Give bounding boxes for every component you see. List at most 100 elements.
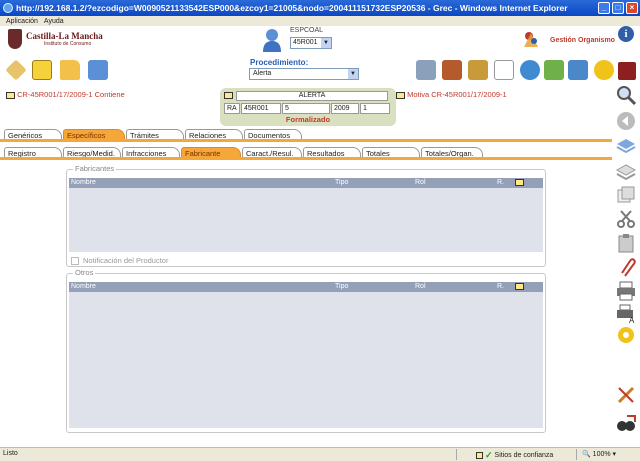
organism-select-value: 45R001 xyxy=(293,39,318,46)
paperclip-icon[interactable] xyxy=(615,256,637,278)
tools-icon[interactable] xyxy=(568,60,588,80)
notificacion-productor-row[interactable]: Notificación del Productor xyxy=(71,256,168,265)
otros-grid-body xyxy=(69,292,543,428)
window-titlebar: http://192.168.1.2/?ezcodigo=W0090521133… xyxy=(0,0,640,16)
fabricante-panel: Fabricantes Nombre Tipo Rol R. Notificac… xyxy=(66,163,546,433)
add-otro-icon[interactable] xyxy=(515,283,524,290)
document-icon xyxy=(6,91,15,99)
col-rol[interactable]: Rol xyxy=(415,283,426,290)
secondary-tabs: Registro Riesgo/Medid. Infracciones Fabr… xyxy=(0,146,612,160)
otros-fieldset: Otros Nombre Tipo Rol R. xyxy=(66,268,546,433)
otros-grid-header: Nombre Tipo Rol R. xyxy=(69,282,543,292)
close-button[interactable]: × xyxy=(626,2,638,14)
checkmark-icon: ✓ xyxy=(485,450,493,460)
right-sidebar: A xyxy=(612,84,640,444)
procedimiento-label: Procedimiento: xyxy=(250,58,309,67)
copy-icon[interactable] xyxy=(615,184,637,206)
back-arrow-icon[interactable] xyxy=(615,110,637,132)
contiene-link[interactable]: CR-45R001/17/2009-1 Contiene xyxy=(6,90,125,99)
col-r[interactable]: R. xyxy=(497,179,504,186)
alert-title: ALERTA xyxy=(236,91,388,101)
col-tipo[interactable]: Tipo xyxy=(335,179,348,186)
paste-icon[interactable] xyxy=(615,232,637,254)
logo: Castilla-La Mancha Instituto de Consumo xyxy=(8,29,103,49)
menu-item-ayuda[interactable]: Ayuda xyxy=(44,18,64,25)
fabricantes-fieldset: Fabricantes Nombre Tipo Rol R. Notificac… xyxy=(66,164,546,267)
gestion-organismo-link[interactable]: Gestión Organismo xyxy=(550,37,615,44)
alert-cell-version: 1 xyxy=(360,103,390,114)
security-zone[interactable]: ✓ Sitios de confianza xyxy=(476,450,553,461)
magnifier-icon[interactable] xyxy=(615,84,637,106)
fabricantes-grid-header: Nombre Tipo Rol R. xyxy=(69,178,543,188)
col-rol[interactable]: Rol xyxy=(415,179,426,186)
zoom-level[interactable]: 🔍 100% ▾ xyxy=(582,450,616,458)
notificacion-productor-label: Notificación del Productor xyxy=(83,256,169,265)
chevron-down-icon: ▼ xyxy=(348,69,358,79)
document-icon xyxy=(396,91,405,99)
info-icon[interactable]: i xyxy=(618,26,634,42)
primary-tabs: Genéricos Específicos Trámites Relacione… xyxy=(0,128,612,142)
fabricantes-grid-body xyxy=(69,188,543,252)
printer-icon[interactable] xyxy=(615,280,637,302)
add-fabricante-icon[interactable] xyxy=(515,179,524,186)
books-icon[interactable] xyxy=(442,60,462,80)
minimize-button[interactable]: _ xyxy=(598,2,610,14)
document-icon[interactable] xyxy=(224,92,233,99)
organism-select[interactable]: 45R001 ▼ xyxy=(290,37,332,49)
col-nombre[interactable]: Nombre xyxy=(71,179,96,186)
print-preview-icon[interactable]: A xyxy=(615,302,637,324)
notificacion-productor-checkbox[interactable] xyxy=(71,256,79,265)
exit-icon[interactable] xyxy=(615,412,637,434)
lock-icon xyxy=(476,452,483,459)
export-icon[interactable] xyxy=(88,60,108,80)
motiva-text: Motiva CR-45R001/17/2009-1 xyxy=(407,90,507,99)
alert-cell-type: RA xyxy=(224,103,240,114)
globe-icon[interactable] xyxy=(520,60,540,80)
app-header: Castilla-La Mancha Instituto de Consumo … xyxy=(0,26,640,60)
menu-bar: Aplicación Ayuda xyxy=(0,16,640,26)
motiva-link[interactable]: Motiva CR-45R001/17/2009-1 xyxy=(396,90,507,99)
gear-icon[interactable] xyxy=(594,60,614,80)
zone-text: Sitios de confianza xyxy=(494,452,554,459)
otros-legend: Otros xyxy=(73,268,96,277)
alert-summary: ALERTA RA 45R001 5 2009 1 Formalizado xyxy=(220,88,396,126)
folder-icon[interactable] xyxy=(60,60,80,80)
alert-cell-year: 2009 xyxy=(331,103,359,114)
col-r[interactable]: R. xyxy=(497,283,504,290)
expediente-info: CR-45R001/17/2009-1 Contiene ALERTA RA 4… xyxy=(0,88,612,126)
col-tipo[interactable]: Tipo xyxy=(335,283,348,290)
chevron-down-icon: ▼ xyxy=(321,38,331,48)
layers-icon[interactable] xyxy=(615,134,637,156)
menu-item-aplicacion[interactable]: Aplicación xyxy=(6,18,38,25)
logo-subtitle: Instituto de Consumo xyxy=(44,41,92,47)
col-nombre[interactable]: Nombre xyxy=(71,283,96,290)
zoom-text: 100% xyxy=(592,451,611,458)
maximize-button[interactable]: □ xyxy=(612,2,624,14)
laptop-icon[interactable] xyxy=(416,60,436,80)
coat-of-arms-icon xyxy=(8,29,22,49)
cut-icon[interactable] xyxy=(615,208,637,230)
new-document-icon[interactable] xyxy=(32,60,52,80)
alert-cell-organism: 45R001 xyxy=(241,103,281,114)
settings-gear-icon[interactable] xyxy=(615,324,637,346)
contiene-text: CR-45R001/17/2009-1 Contiene xyxy=(17,90,125,99)
building-icon[interactable] xyxy=(468,60,488,80)
status-text: Listo xyxy=(3,450,18,457)
book-icon[interactable] xyxy=(618,62,636,80)
procedimiento-select[interactable]: Alerta ▼ xyxy=(249,68,359,80)
alert-status: Formalizado xyxy=(285,115,331,124)
no-tools-icon[interactable] xyxy=(615,384,637,406)
stack-icon[interactable] xyxy=(615,160,637,182)
user-icon xyxy=(263,29,281,52)
search-report-icon[interactable] xyxy=(544,60,564,80)
svg-text:A: A xyxy=(629,316,635,324)
status-bar: Listo ✓ Sitios de confianza 🔍 100% ▾ xyxy=(0,447,640,461)
alert-cell-number: 5 xyxy=(282,103,330,114)
user-code: ESPCOAL xyxy=(290,27,324,34)
ie-icon xyxy=(3,3,13,13)
procedimiento-select-value: Alerta xyxy=(253,70,272,77)
envelope-icon[interactable] xyxy=(494,60,514,80)
edit-icon[interactable] xyxy=(5,59,27,81)
organism-icon xyxy=(524,32,538,47)
alert-cells: RA 45R001 5 2009 1 xyxy=(224,103,390,114)
